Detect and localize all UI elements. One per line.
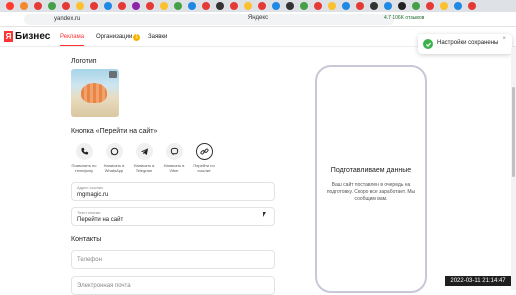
brand-name: Бизнес xyxy=(15,31,51,42)
reviews-badge[interactable]: 4.7 106K отзывов xyxy=(384,15,424,21)
phone-preview: Подготавливаем данные Ваш сайт поставлен… xyxy=(315,65,427,293)
field-label: Текст кнопки xyxy=(77,210,101,215)
tab-favicon[interactable] xyxy=(300,2,308,10)
toast-message: Настройки сохранены xyxy=(437,40,499,46)
option-link[interactable]: Перейти по ссылке xyxy=(189,143,219,173)
success-toast: Настройки сохранены × xyxy=(418,34,512,54)
tab-favicon[interactable] xyxy=(468,2,476,10)
yandex-logo-icon: Я xyxy=(4,31,13,42)
nav-item-label: Организации xyxy=(96,34,133,40)
nav-item-requests[interactable]: Заявки xyxy=(148,34,167,40)
tab-favicon[interactable] xyxy=(384,2,392,10)
tab-favicon[interactable] xyxy=(244,2,252,10)
tab-favicon[interactable] xyxy=(440,2,448,10)
brand-logo[interactable]: Я Бизнес xyxy=(4,31,50,42)
notification-badge: 1 xyxy=(133,34,141,41)
tab-favicon[interactable] xyxy=(132,2,140,10)
tab-favicon[interactable] xyxy=(356,2,364,10)
tab-favicon[interactable] xyxy=(90,2,98,10)
browser-tab-bar xyxy=(0,0,516,12)
logo-section-title: Логотип xyxy=(71,58,97,65)
tab-favicon[interactable] xyxy=(426,2,434,10)
tab-favicon[interactable] xyxy=(188,2,196,10)
tab-favicon[interactable] xyxy=(370,2,378,10)
tab-favicon[interactable] xyxy=(34,2,42,10)
seashell-image xyxy=(81,83,107,103)
tab-favicon[interactable] xyxy=(412,2,420,10)
button-section-title: Кнопка «Перейти на сайт» xyxy=(71,128,158,135)
option-label: Написать в Viber xyxy=(163,163,185,173)
close-icon[interactable]: × xyxy=(502,36,506,42)
preview-title: Подготавливаем данные xyxy=(330,167,412,174)
address-bar: yandex.ru Яндекс 4.7 106K отзывов xyxy=(0,12,516,27)
tab-favicon[interactable] xyxy=(146,2,154,10)
tab-favicon[interactable] xyxy=(76,2,84,10)
page-title: Яндекс xyxy=(247,15,269,21)
option-viber[interactable]: Написать в Viber xyxy=(159,143,189,173)
option-label: Написать в WhatsApp xyxy=(103,163,125,173)
tab-favicon[interactable] xyxy=(20,2,28,10)
tab-favicon[interactable] xyxy=(328,2,336,10)
timestamp-overlay: 2022-03-11 21:14:47 xyxy=(445,276,511,286)
tab-favicon[interactable] xyxy=(6,2,14,10)
tab-favicon[interactable] xyxy=(160,2,168,10)
nav-item-ads[interactable]: Реклама xyxy=(60,34,85,46)
option-whatsapp[interactable]: Написать в WhatsApp xyxy=(99,143,129,173)
button-text-field[interactable]: Текст кнопки Перейти на сайт xyxy=(71,207,275,226)
telegram-icon xyxy=(135,143,153,160)
tab-favicon[interactable] xyxy=(258,2,266,10)
field-value: Перейти на сайт xyxy=(77,217,124,223)
option-label: Написать в Telegram xyxy=(133,163,155,173)
tab-favicon[interactable] xyxy=(118,2,126,10)
contacts-section-title: Контакты xyxy=(71,236,102,243)
tab-favicon[interactable] xyxy=(398,2,406,10)
field-placeholder: Телефон xyxy=(77,257,102,263)
phone-field[interactable]: Телефон xyxy=(71,250,275,269)
edit-icon[interactable] xyxy=(109,71,117,78)
option-telegram[interactable]: Написать в Telegram xyxy=(129,143,159,173)
email-field[interactable]: Электронная почта xyxy=(71,276,275,295)
tab-favicon[interactable] xyxy=(202,2,210,10)
viber-icon xyxy=(165,143,183,160)
field-value: mgmagic.ru xyxy=(77,192,109,198)
whatsapp-icon xyxy=(105,143,123,160)
scrollbar[interactable] xyxy=(511,47,516,290)
tab-favicon[interactable] xyxy=(62,2,70,10)
phone-icon xyxy=(75,143,93,160)
nav-item-organizations[interactable]: Организации 1 xyxy=(96,34,141,41)
mouse-cursor-icon xyxy=(263,212,266,217)
tab-favicon[interactable] xyxy=(286,2,294,10)
tab-favicon[interactable] xyxy=(216,2,224,10)
link-address-field[interactable]: Адрес ссылки mgmagic.ru xyxy=(71,182,275,201)
tab-favicon[interactable] xyxy=(174,2,182,10)
scrollbar-thumb[interactable] xyxy=(512,87,515,177)
field-placeholder: Электронная почта xyxy=(77,283,131,289)
option-label: Перейти по ссылке xyxy=(193,163,215,173)
tab-favicon[interactable] xyxy=(272,2,280,10)
tab-favicon[interactable] xyxy=(104,2,112,10)
checkmark-icon xyxy=(423,39,433,49)
tab-favicon[interactable] xyxy=(342,2,350,10)
option-label: Позвонить по телефону xyxy=(71,163,97,173)
link-icon xyxy=(195,143,213,160)
field-label: Адрес ссылки xyxy=(77,185,103,190)
option-call[interactable]: Позвонить по телефону xyxy=(69,143,99,173)
tab-favicon[interactable] xyxy=(48,2,56,10)
preview-description: Ваш сайт поставлен в очередь на подготов… xyxy=(326,182,416,202)
tab-favicon[interactable] xyxy=(454,2,462,10)
tab-favicon[interactable] xyxy=(314,2,322,10)
tab-favicon[interactable] xyxy=(230,2,238,10)
logo-image[interactable] xyxy=(71,69,119,117)
